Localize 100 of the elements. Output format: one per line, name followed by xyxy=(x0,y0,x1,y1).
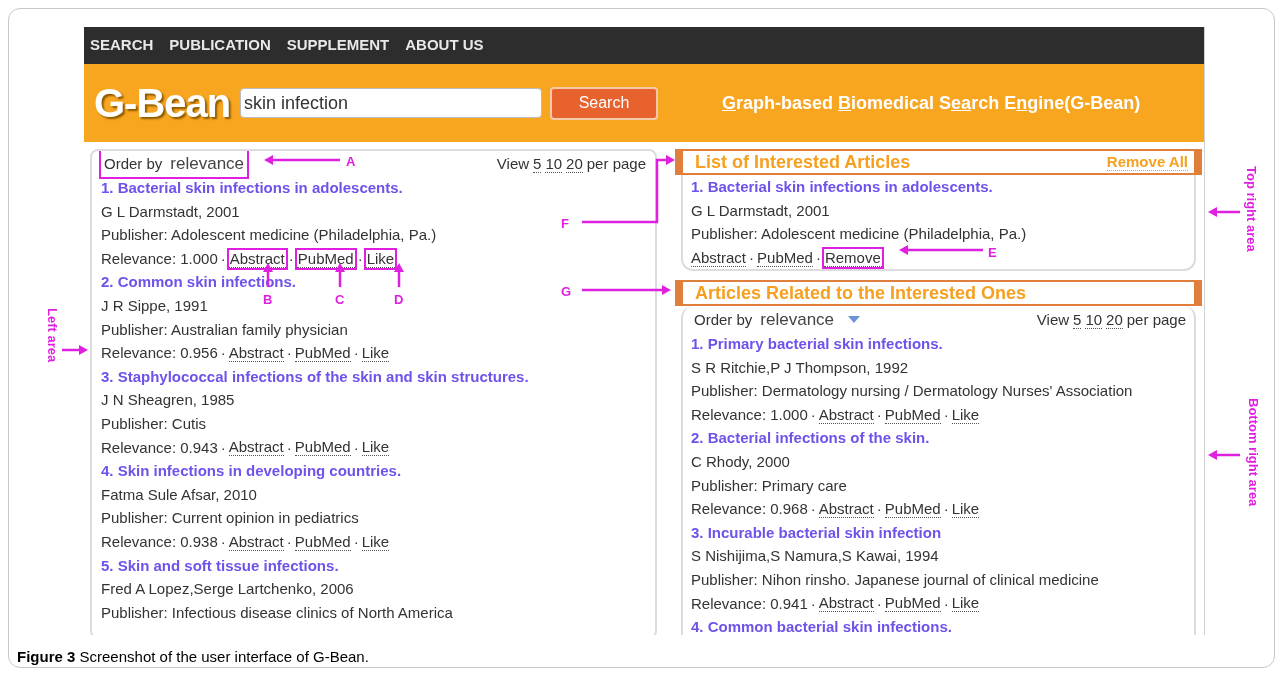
page-size-link[interactable]: 20 xyxy=(1106,311,1123,329)
separator-dot: · xyxy=(220,531,226,552)
nav-link[interactable]: SUPPLEMENT xyxy=(286,34,390,57)
article-title[interactable]: 3. Staphylococcal infections of the skin and skin structures. xyxy=(101,364,529,389)
article-link[interactable]: Like xyxy=(361,343,390,362)
dropdown-icon[interactable] xyxy=(848,316,861,324)
nav-link[interactable]: SEARCH xyxy=(90,34,154,57)
annotation-label: A xyxy=(346,153,356,171)
view-label: View xyxy=(1036,309,1070,330)
separator-dot: · xyxy=(876,593,882,614)
annotation-arrow xyxy=(394,263,404,287)
article-link[interactable]: Like xyxy=(951,594,980,613)
article-link[interactable]: Abstract xyxy=(228,343,284,362)
article-link[interactable]: PubMed xyxy=(296,249,355,268)
view-label: View xyxy=(496,153,530,174)
article-link[interactable]: Abstract xyxy=(818,499,874,518)
article-title[interactable]: 5. Skin and soft tissue infections. xyxy=(101,553,339,578)
order-by-selector[interactable]: Order by relevance xyxy=(101,151,248,177)
separator-dot: · xyxy=(810,404,816,425)
article-authors: J R Sippe, 1991 xyxy=(101,295,208,316)
article-link[interactable]: Remove xyxy=(823,248,882,267)
separator-dot: · xyxy=(353,531,359,552)
article-link[interactable]: Like xyxy=(951,499,980,518)
article-link[interactable]: Like xyxy=(361,438,390,457)
page-size-link[interactable]: 10 xyxy=(1085,311,1103,329)
article-link[interactable]: Abstract xyxy=(818,405,874,424)
area-label: Bottom right area xyxy=(1244,398,1262,507)
article-publisher: Publisher: Adolescent medicine (Philadelphia, Pa.) xyxy=(691,224,1027,245)
article-publisher: Publisher: Adolescent medicine (Philadelphia, Pa.) xyxy=(101,225,437,246)
relevance-score: Relevance: 0.956 xyxy=(101,343,218,364)
article-publisher: Publisher: Australian family physician xyxy=(101,319,348,340)
search-field[interactable]: skin infection xyxy=(240,88,542,118)
article-title[interactable]: 1. Primary bacterial skin infections. xyxy=(691,332,943,356)
article-link[interactable]: Abstract xyxy=(228,438,284,457)
annotation-arrow xyxy=(62,345,88,355)
article-title[interactable]: 4. Common bacterial skin infections. xyxy=(691,615,952,635)
article-title[interactable]: 4. Skin infections in developing countries. xyxy=(101,459,402,483)
separator-dot: · xyxy=(353,437,359,458)
area-label: Left area xyxy=(43,308,61,363)
relevance-score: Relevance: 0.941 xyxy=(691,593,808,614)
relevance-score: Relevance: 1.000 xyxy=(691,404,808,425)
article-link[interactable]: PubMed xyxy=(884,594,941,613)
article-authors: S R Ritchie,P J Thompson, 1992 xyxy=(691,357,909,378)
logo: G-Bean xyxy=(94,80,232,127)
separator-dot: · xyxy=(943,499,949,520)
article-link[interactable]: PubMed xyxy=(757,248,813,267)
article-authors: G L Darmstadt, 2001 xyxy=(101,201,240,222)
separator-dot: · xyxy=(286,531,292,552)
article-link[interactable]: Abstract xyxy=(818,594,874,613)
section-title: Articles Related to the Interested Ones xyxy=(695,281,1027,305)
article-title[interactable]: 1. Bacterial skin infections in adolescents. xyxy=(691,175,993,199)
article-authors: J N Sheagren, 1985 xyxy=(101,390,235,411)
article-link[interactable]: Like xyxy=(951,405,980,424)
article-link[interactable]: Like xyxy=(361,532,390,551)
article-title[interactable]: 1. Bacterial skin infections in adolescents. xyxy=(101,176,403,200)
page-size-link[interactable]: 10 xyxy=(545,155,563,173)
article-link[interactable]: PubMed xyxy=(294,438,351,457)
article-publisher: Publisher: Cutis xyxy=(101,413,207,434)
article-link[interactable]: Abstract xyxy=(228,249,286,268)
article-title[interactable]: 2. Bacterial infections of the skin. xyxy=(691,426,930,450)
nav-link[interactable]: PUBLICATION xyxy=(169,34,271,57)
relevance-score: Relevance: 0.943 xyxy=(101,437,218,458)
article-link[interactable]: PubMed xyxy=(294,343,351,362)
separator-dot: · xyxy=(286,343,292,364)
article-authors: Fred A Lopez,Serge Lartchenko, 2006 xyxy=(101,579,354,600)
article-title[interactable]: 3. Incurable bacterial skin infection xyxy=(691,520,942,545)
site-tagline: Graph-based Biomedical Search Engine(G-Bean) xyxy=(722,91,1141,115)
separator-dot: · xyxy=(220,343,226,364)
separator-dot: · xyxy=(353,343,359,364)
article-link[interactable]: Abstract xyxy=(691,248,747,267)
article-link[interactable]: PubMed xyxy=(294,532,351,551)
separator-dot: · xyxy=(288,248,294,269)
order-by-selector[interactable]: Order by relevance xyxy=(691,307,864,333)
page-size-link[interactable]: 20 xyxy=(566,155,583,173)
separator-dot: · xyxy=(357,248,363,269)
page-size-link[interactable]: 5 xyxy=(533,155,542,173)
annotation-arrow xyxy=(335,263,345,287)
article-link[interactable]: Like xyxy=(365,249,396,268)
page-size-link[interactable]: 5 xyxy=(1073,311,1082,329)
annotation-label: C xyxy=(335,291,345,309)
article-link[interactable]: PubMed xyxy=(884,405,941,424)
article-link[interactable]: Abstract xyxy=(228,532,284,551)
annotation-arrow xyxy=(1208,207,1240,217)
article-link[interactable]: PubMed xyxy=(884,499,941,518)
article-authors: Fatma Sule Afsar, 2010 xyxy=(101,484,257,505)
relevance-score: Relevance: 1.000 xyxy=(101,248,218,269)
figure-caption: Figure 3 Screenshot of the user interface of G-Bean. xyxy=(17,647,369,667)
nav-link[interactable]: ABOUT US xyxy=(405,34,484,57)
view-label: per page xyxy=(1126,309,1186,330)
annotation-label: G xyxy=(561,283,572,301)
relevance-score: Relevance: 0.938 xyxy=(101,531,218,552)
separator-dot: · xyxy=(286,437,292,458)
annotation-label: F xyxy=(561,215,569,233)
article-publisher: Publisher: Current opinion in pediatrics xyxy=(101,508,359,529)
separator-dot: · xyxy=(943,593,949,614)
separator-dot: · xyxy=(876,499,882,520)
article-authors: C Rhody, 2000 xyxy=(691,451,790,472)
separator-dot: · xyxy=(810,499,816,520)
article-publisher: Publisher: Infectious disease clinics of North America xyxy=(101,602,453,623)
article-publisher: Publisher: Dermatology nursing / Dermatology Nurses' Association xyxy=(691,381,1133,402)
